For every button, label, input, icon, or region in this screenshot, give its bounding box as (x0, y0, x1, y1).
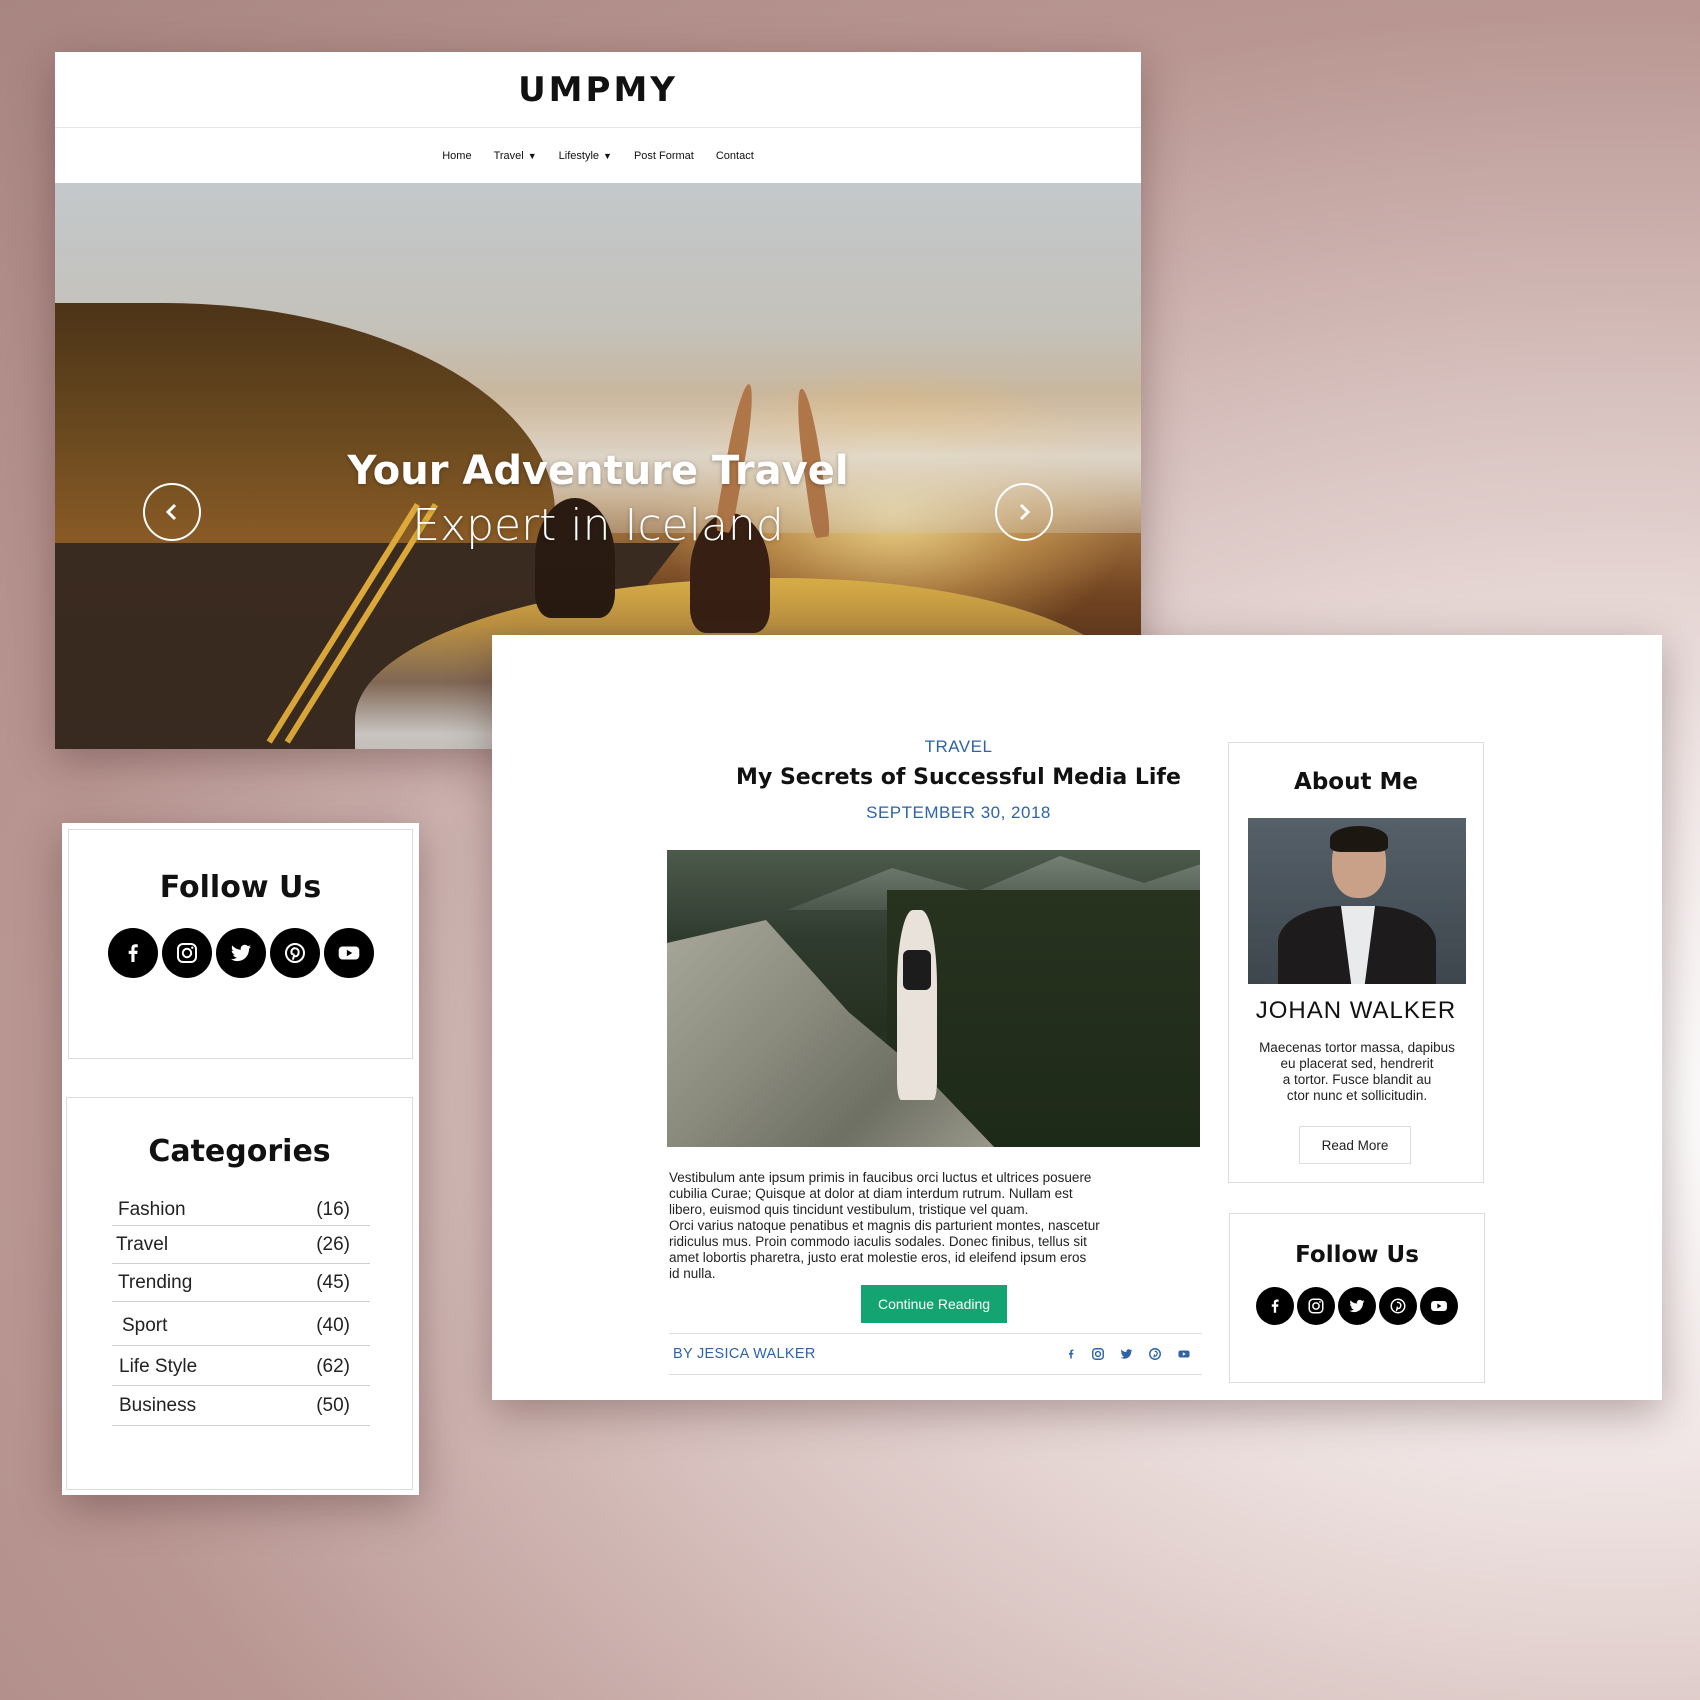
category-name: Trending (118, 1272, 193, 1293)
share-links (1065, 1347, 1198, 1361)
instagram-icon[interactable] (161, 928, 212, 978)
about-line: ctor nunc et sollicitudin. (1286, 1088, 1428, 1103)
category-count: (40) (316, 1315, 350, 1336)
excerpt-line: Vestibulum ante ipsum primis in faucibus… (669, 1170, 1092, 1185)
left-sidebar-card: Follow Us Categories Fashion (16) Travel (… (62, 823, 419, 1495)
nav-label: Lifestyle (558, 149, 600, 162)
follow-us-widget-sidebar: Follow Us (1229, 1213, 1485, 1383)
author-name: JOHAN WALKER (1255, 997, 1457, 1024)
nav-contact[interactable]: Contact (716, 150, 754, 162)
follow-us-title: Follow Us (159, 870, 322, 905)
excerpt-line: amet lobortis pharetra, justo erat moles… (669, 1250, 1087, 1265)
excerpt-line: Orci varius natoque penatibus et magnis … (669, 1218, 1100, 1233)
excerpt-line: id nulla. (669, 1266, 716, 1281)
image-hiker (897, 910, 937, 1100)
pinterest-icon[interactable] (269, 928, 320, 978)
category-name: Sport (122, 1315, 168, 1336)
about-me-title: About Me (1294, 769, 1418, 795)
categories-list: Fashion (16) Travel (26) Trending (45) Spor… (112, 1189, 370, 1426)
category-name: Travel (116, 1234, 169, 1255)
nav-label: Travel (493, 149, 524, 162)
pinterest-icon[interactable] (1379, 1287, 1417, 1325)
read-more-button[interactable]: Read More (1299, 1126, 1411, 1164)
social-links (69, 928, 412, 978)
facebook-icon[interactable] (1065, 1347, 1077, 1361)
post-category[interactable]: TRAVEL (672, 737, 1245, 757)
category-item[interactable]: Travel (26) (112, 1226, 370, 1264)
slider-prev-button[interactable] (143, 483, 201, 541)
category-count: (16) (316, 1199, 350, 1220)
hero-subtitle: Expert in Iceland (412, 500, 784, 551)
excerpt-line: cubilia Curae; Quisque at dolor at diam … (669, 1186, 1073, 1201)
image-backpack (903, 950, 931, 990)
category-name: Life Style (119, 1356, 198, 1377)
chevron-right-icon (1019, 503, 1031, 521)
author-photo (1248, 818, 1466, 984)
category-name: Fashion (118, 1199, 186, 1220)
follow-us-widget: Follow Us (68, 829, 413, 1059)
category-count: (62) (316, 1356, 350, 1377)
slider-next-button[interactable] (995, 483, 1053, 541)
instagram-icon[interactable] (1297, 1287, 1335, 1325)
category-item[interactable]: Fashion (16) (112, 1189, 370, 1226)
facebook-icon[interactable] (1256, 1287, 1294, 1325)
main-nav: Home Travel ▼ Lifestyle ▼ Post Format Cont… (55, 128, 1141, 183)
youtube-icon[interactable] (1420, 1287, 1458, 1325)
nav-label: Post Format (633, 149, 694, 162)
site-header: UMPMY (55, 52, 1141, 128)
nav-travel[interactable]: Travel ▼ (494, 150, 537, 162)
youtube-icon[interactable] (323, 928, 374, 978)
instagram-icon[interactable] (1091, 1347, 1105, 1361)
excerpt-line: ridiculus mus. Proin commodo iaculis sod… (669, 1234, 1087, 1249)
nav-lifestyle[interactable]: Lifestyle ▼ (559, 150, 612, 162)
about-line: a tortor. Fusce blandit au (1282, 1072, 1432, 1087)
chevron-down-icon: ▼ (603, 150, 612, 161)
post-date: SEPTEMBER 30, 2018 (866, 803, 1051, 822)
pinterest-icon[interactable] (1148, 1347, 1162, 1361)
nav-post-format[interactable]: Post Format (634, 150, 694, 162)
site-logo[interactable]: UMPMY (518, 70, 678, 110)
categories-widget: Categories Fashion (16) Travel (26) Trendi… (66, 1097, 413, 1490)
category-count: (26) (316, 1234, 350, 1255)
category-item[interactable]: Life Style (62) (112, 1346, 370, 1386)
post-footer: BY JESICA WALKER (669, 1333, 1202, 1375)
category-item[interactable]: Trending (45) (112, 1264, 370, 1302)
photo-hair (1330, 826, 1388, 852)
about-line: eu placerat sed, hendrerit (1280, 1056, 1434, 1071)
category-item[interactable]: Business (50) (112, 1386, 370, 1426)
chevron-down-icon: ▼ (527, 150, 537, 161)
post-author[interactable]: BY JESICA WALKER (673, 1346, 816, 1362)
facebook-icon[interactable] (107, 928, 158, 978)
post-featured-image[interactable] (667, 850, 1200, 1147)
social-links (1230, 1287, 1484, 1325)
post-excerpt: Vestibulum ante ipsum primis in faucibus… (669, 1170, 1199, 1282)
excerpt-line: libero, euismod quis tincidunt vestibulu… (669, 1202, 1029, 1217)
follow-us-title: Follow Us (1295, 1242, 1419, 1268)
blog-post-card: TRAVEL My Secrets of Successful Media Li… (492, 635, 1662, 1400)
post-title[interactable]: My Secrets of Successful Media Life (672, 765, 1245, 790)
category-name: Business (119, 1395, 197, 1416)
categories-title: Categories (148, 1134, 331, 1169)
hero-title: Your Adventure Travel (347, 448, 849, 494)
about-line: Maecenas tortor massa, dapibus (1259, 1040, 1455, 1055)
about-me-widget: About Me JOHAN WALKER Maecenas tortor ma… (1228, 742, 1484, 1183)
chevron-left-icon (165, 503, 177, 521)
category-count: (50) (316, 1395, 350, 1416)
about-text: Maecenas tortor massa, dapibus eu placer… (1247, 1040, 1467, 1104)
category-count: (45) (316, 1272, 350, 1293)
category-item[interactable]: Sport (40) (112, 1302, 370, 1346)
twitter-icon[interactable] (1338, 1287, 1376, 1325)
youtube-icon[interactable] (1176, 1347, 1192, 1361)
nav-label: Contact (715, 149, 754, 162)
nav-label: Home (442, 149, 472, 162)
nav-home[interactable]: Home (442, 150, 471, 162)
twitter-icon[interactable] (215, 928, 266, 978)
continue-reading-button[interactable]: Continue Reading (861, 1285, 1007, 1323)
twitter-icon[interactable] (1119, 1347, 1134, 1361)
